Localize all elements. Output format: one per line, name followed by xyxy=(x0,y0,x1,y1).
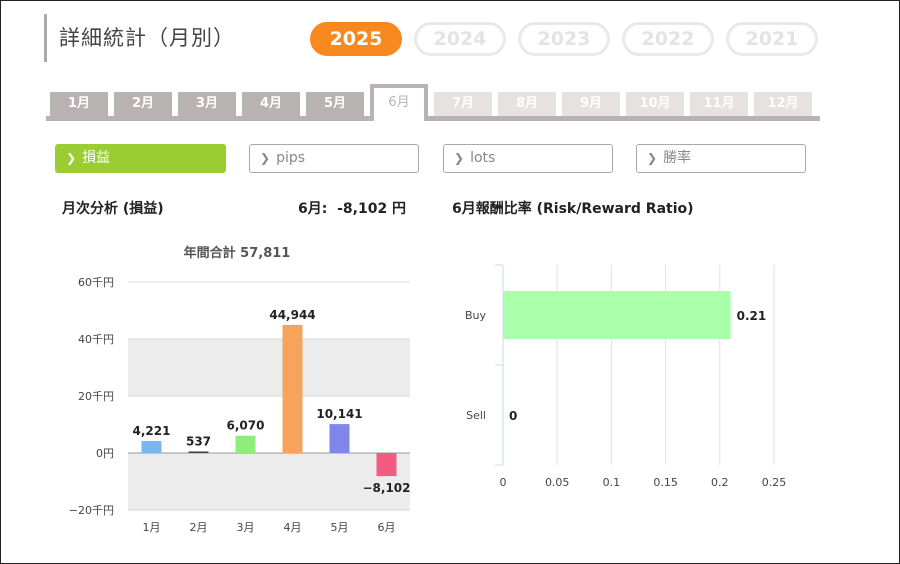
data-label: 0.21 xyxy=(737,309,767,323)
x-tick-label: 6月 xyxy=(378,521,396,534)
y-tick-label: −20千円 xyxy=(69,504,114,517)
bar-buy xyxy=(503,291,731,339)
bar-3 xyxy=(235,435,256,453)
x-tick-label: 0.05 xyxy=(545,476,570,489)
y-tick-label: Buy xyxy=(465,309,487,322)
data-label: 4,221 xyxy=(133,424,171,438)
x-tick-label: 5月 xyxy=(331,521,349,534)
x-tick-label: 0.25 xyxy=(762,476,787,489)
data-label: 537 xyxy=(186,434,211,448)
plot-band xyxy=(128,339,410,396)
y-tick-label: 0円 xyxy=(96,447,114,460)
bar-4 xyxy=(282,324,303,453)
y-tick-label: Sell xyxy=(466,409,486,422)
bar-6 xyxy=(376,453,397,477)
x-tick-label: 4月 xyxy=(284,521,302,534)
bar-1 xyxy=(141,440,162,453)
y-tick-label: 60千円 xyxy=(78,276,114,289)
bar-5 xyxy=(329,424,350,453)
data-label: 6,070 xyxy=(227,419,265,433)
data-label: −8,102 xyxy=(362,481,410,495)
y-tick-label: 40千円 xyxy=(78,333,114,346)
x-tick-label: 0.15 xyxy=(653,476,678,489)
bar-2 xyxy=(188,451,209,453)
x-tick-label: 0 xyxy=(500,476,507,489)
rr-ratio-chart: 0 0.05 0.1 0.15 0.2 0.25 Buy 0.21 Sell 0 xyxy=(465,264,787,489)
x-tick-label: 0.1 xyxy=(603,476,621,489)
x-tick-label: 3月 xyxy=(237,521,255,534)
charts-canvas: 年間合計 57,811 60千円 40千円 20千円 0円 −20千円 4,221 1月 537… xyxy=(69,245,787,534)
x-tick-label: 0.2 xyxy=(711,476,729,489)
data-label: 10,141 xyxy=(316,407,362,421)
x-tick-label: 2月 xyxy=(190,521,208,534)
x-tick-label: 1月 xyxy=(143,521,161,534)
data-label: 0 xyxy=(509,409,517,423)
data-label: 44,944 xyxy=(269,308,315,322)
y-tick-label: 20千円 xyxy=(78,390,114,403)
monthly-pl-chart: 年間合計 57,811 60千円 40千円 20千円 0円 −20千円 4,221 1月 537… xyxy=(69,245,411,534)
chart-title: 年間合計 57,811 xyxy=(184,245,291,261)
